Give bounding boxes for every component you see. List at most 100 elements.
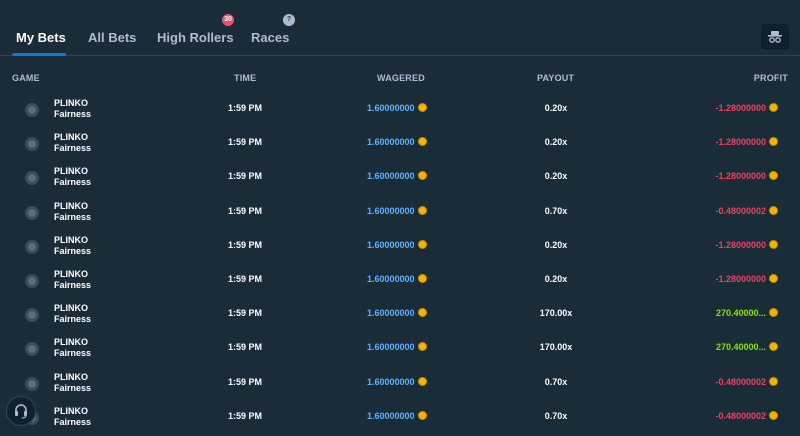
bet-time: 1:59 PM — [228, 239, 263, 250]
bet-wagered: 1.60000000 — [367, 137, 427, 147]
plinko-icon — [25, 137, 39, 152]
profit-amount: -0.48000002 — [715, 376, 766, 387]
support-button[interactable] — [6, 396, 36, 426]
hide-bets-button[interactable] — [761, 24, 789, 50]
races-help-badge[interactable]: ? — [283, 14, 295, 26]
table-row[interactable]: PLINKO Fairness 1:59 PM 1.60000000 0.20x… — [0, 231, 800, 265]
bet-payout: 170.00x — [539, 342, 573, 353]
bet-payout: 0.20x — [544, 103, 568, 113]
wagered-amount: 1.60000000 — [367, 308, 415, 319]
table-row[interactable]: PLINKO Fairness 1:59 PM 1.60000000 0.20x… — [0, 94, 800, 128]
bet-time: 1:59 PM — [228, 342, 263, 353]
column-header-time: TIME — [234, 73, 257, 83]
table-row[interactable]: PLINKO Fairness 1:59 PM 1.60000000 0.70x… — [0, 368, 800, 402]
plinko-icon — [25, 205, 39, 220]
bet-time: 1:59 PM — [228, 103, 263, 113]
fairness-link[interactable]: Fairness — [54, 417, 91, 427]
headset-icon — [15, 404, 27, 419]
fairness-link[interactable]: Fairness — [54, 177, 91, 187]
bet-profit: 270.40000... — [716, 308, 778, 318]
bet-payout: 0.70x — [544, 410, 568, 421]
coin-icon — [417, 239, 427, 249]
game-name[interactable]: PLINKO — [54, 201, 88, 211]
fairness-link[interactable]: Fairness — [54, 280, 91, 290]
bet-time: 1:59 PM — [228, 273, 263, 284]
game-name[interactable]: PLINKO — [54, 235, 88, 245]
profit-amount: -0.48000002 — [715, 410, 766, 421]
game-name[interactable]: PLINKO — [54, 406, 88, 416]
fairness-link[interactable]: Fairness — [54, 109, 91, 119]
tab-high-rollers[interactable]: High Rollers — [157, 30, 234, 45]
fairness-link[interactable]: Fairness — [54, 246, 91, 256]
coin-icon — [417, 205, 427, 215]
coin-icon — [417, 137, 427, 147]
game-name[interactable]: PLINKO — [54, 303, 88, 313]
table-row[interactable]: PLINKO Fairness 1:59 PM 1.60000000 0.70x… — [0, 402, 800, 436]
coin-icon — [769, 376, 778, 386]
wagered-amount: 1.60000000 — [367, 376, 415, 387]
bet-wagered: 1.60000000 — [367, 171, 427, 181]
fairness-link[interactable]: Fairness — [54, 348, 91, 358]
coin-icon — [417, 103, 427, 112]
table-row[interactable]: PLINKO Fairness 1:59 PM 1.60000000 0.70x… — [0, 197, 800, 231]
profit-amount: -0.48000002 — [715, 205, 766, 216]
bet-payout: 0.20x — [544, 171, 568, 182]
wagered-amount: 1.60000000 — [367, 103, 415, 113]
table-row[interactable]: PLINKO Fairness 1:59 PM 1.60000000 0.20x… — [0, 128, 800, 162]
game-name[interactable]: PLINKO — [54, 98, 88, 108]
fairness-link[interactable]: Fairness — [54, 314, 91, 324]
wagered-amount: 1.60000000 — [367, 239, 415, 250]
plinko-icon — [25, 171, 39, 186]
wagered-amount: 1.60000000 — [367, 342, 415, 353]
wagered-amount: 1.60000000 — [367, 410, 415, 421]
tab-races[interactable]: Races — [251, 30, 289, 45]
fairness-link[interactable]: Fairness — [54, 383, 91, 393]
bets-table: PLINKO Fairness 1:59 PM 1.60000000 0.20x… — [0, 94, 800, 436]
bet-profit: -1.28000000 — [715, 239, 778, 250]
bet-wagered: 1.60000000 — [367, 103, 427, 113]
profit-amount: -1.28000000 — [715, 239, 766, 250]
table-row[interactable]: PLINKO Fairness 1:59 PM 1.60000000 170.0… — [0, 333, 800, 367]
game-name[interactable]: PLINKO — [54, 269, 88, 279]
table-row[interactable]: PLINKO Fairness 1:59 PM 1.60000000 0.20x… — [0, 162, 800, 196]
fairness-link[interactable]: Fairness — [54, 143, 91, 153]
bet-profit: -1.28000000 — [715, 137, 778, 147]
bet-time: 1:59 PM — [228, 308, 263, 319]
bet-profit: 270.40000... — [716, 342, 778, 352]
tab-all-bets[interactable]: All Bets — [88, 30, 136, 45]
bet-time: 1:59 PM — [228, 205, 263, 216]
incognito-icon — [768, 31, 782, 43]
coin-icon — [769, 171, 778, 181]
game-name[interactable]: PLINKO — [54, 372, 88, 382]
bet-profit: -0.48000002 — [715, 410, 778, 421]
profit-amount: -1.28000000 — [715, 171, 766, 182]
tab-my-bets[interactable]: My Bets — [16, 30, 66, 45]
table-row[interactable]: PLINKO Fairness 1:59 PM 1.60000000 0.20x… — [0, 265, 800, 299]
game-name[interactable]: PLINKO — [54, 337, 88, 347]
coin-icon — [769, 342, 778, 352]
coin-icon — [769, 239, 778, 249]
table-row[interactable]: PLINKO Fairness 1:59 PM 1.60000000 170.0… — [0, 299, 800, 333]
coin-icon — [417, 308, 427, 318]
wagered-amount: 1.60000000 — [367, 137, 415, 148]
bet-payout: 0.70x — [544, 376, 568, 387]
column-header-game: GAME — [12, 73, 40, 83]
wagered-amount: 1.60000000 — [367, 171, 415, 182]
bet-wagered: 1.60000000 — [367, 410, 427, 421]
game-name[interactable]: PLINKO — [54, 166, 88, 176]
bet-wagered: 1.60000000 — [367, 376, 427, 387]
fairness-link[interactable]: Fairness — [54, 212, 91, 222]
column-header-payout: PAYOUT — [537, 73, 575, 83]
bet-wagered: 1.60000000 — [367, 308, 427, 318]
wagered-amount: 1.60000000 — [367, 273, 415, 284]
coin-icon — [769, 137, 778, 147]
coin-icon — [769, 273, 778, 283]
bet-time: 1:59 PM — [228, 376, 263, 387]
bet-time: 1:59 PM — [228, 410, 263, 421]
wagered-amount: 1.60000000 — [367, 205, 415, 216]
game-name[interactable]: PLINKO — [54, 132, 88, 142]
plinko-icon — [25, 342, 39, 357]
profit-amount: 270.40000... — [715, 342, 766, 353]
profit-amount: -1.28000000 — [715, 103, 766, 113]
bet-profit: -1.28000000 — [715, 273, 778, 284]
